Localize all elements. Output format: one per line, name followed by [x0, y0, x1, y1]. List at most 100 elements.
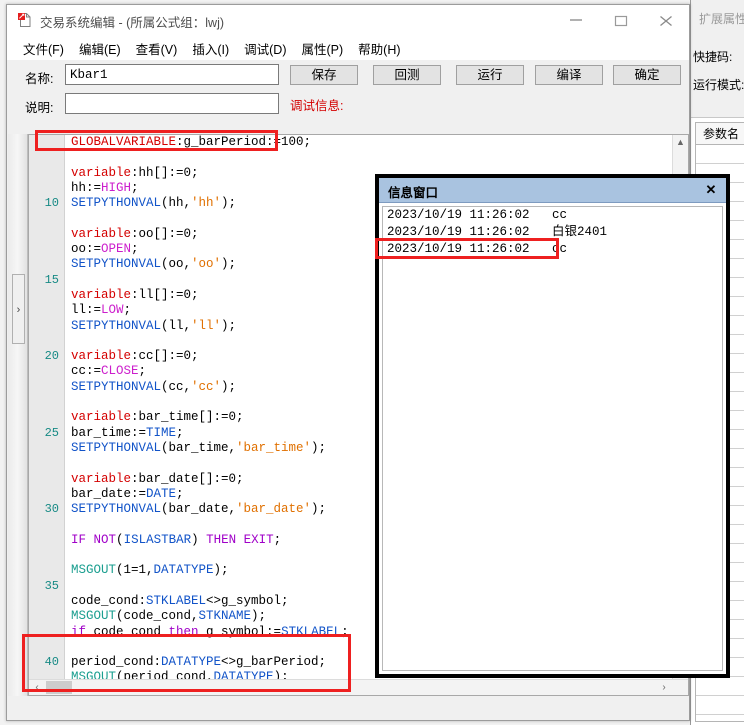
- code-token: variable: [71, 471, 132, 486]
- code-token: (oo,: [161, 257, 192, 272]
- screen-root: 扩展属性 快捷码: 运行模式: 参数名 交易系统编辑 - (所属公式组：lwj): [0, 0, 744, 725]
- code-token: :cc[]:=0;: [131, 349, 199, 364]
- name-input[interactable]: [65, 64, 279, 85]
- line-number: [29, 518, 59, 533]
- form-area: 名称: 说明: 保存 回测 运行 编译 确定 调试信息:: [7, 60, 689, 138]
- code-token: ): [191, 532, 207, 547]
- code-token: :ll[]:=0;: [131, 287, 199, 302]
- code-token: hh:=: [71, 180, 102, 195]
- code-token: );: [251, 609, 267, 624]
- menu-item-2[interactable]: 查看(V): [130, 35, 187, 62]
- line-number: [29, 365, 59, 380]
- code-token: 'hh': [191, 196, 222, 211]
- code-token: CLOSE: [101, 364, 139, 379]
- document-icon: [17, 12, 33, 28]
- compile-button[interactable]: 编译: [535, 65, 603, 85]
- code-token: LOW: [101, 303, 124, 318]
- line-number: [29, 257, 59, 272]
- code-token: STKLABEL: [146, 593, 207, 608]
- code-token: then: [168, 624, 199, 639]
- run-button[interactable]: 运行: [456, 65, 524, 85]
- code-token: (code_cond,: [116, 609, 199, 624]
- backtest-button[interactable]: 回测: [373, 65, 441, 85]
- code-token: 'll': [191, 318, 222, 333]
- minimize-button[interactable]: [554, 5, 599, 33]
- message-window-titlebar: 信息窗口 ✕: [379, 178, 726, 203]
- code-token: SETPYTHONVAL: [71, 502, 162, 517]
- menu-item-6[interactable]: 帮助(H): [352, 35, 409, 62]
- code-token: :bar_date[]:=0;: [131, 471, 244, 486]
- line-number: [29, 701, 59, 716]
- menu-item-0[interactable]: 文件(F): [17, 35, 73, 62]
- code-token: bar_time:=: [71, 425, 147, 440]
- code-token: );: [311, 502, 327, 517]
- line-number: 35: [44, 578, 59, 593]
- code-token: ;: [176, 486, 184, 501]
- message-row[interactable]: 2023/10/19 11:26:02 cc: [383, 207, 722, 224]
- code-token: bar_date:=: [71, 486, 147, 501]
- extended-properties-header: 扩展属性 快捷码: 运行模式:: [691, 0, 744, 118]
- parameters-table-row[interactable]: [696, 677, 744, 696]
- code-token: ll:=: [71, 303, 102, 318]
- scroll-left-button[interactable]: ‹: [29, 680, 45, 695]
- menu-item-4[interactable]: 调试(D): [238, 35, 295, 62]
- code-token: if: [71, 624, 87, 639]
- description-input[interactable]: [65, 93, 279, 114]
- horizontal-scrollbar[interactable]: ‹ ›: [29, 679, 688, 695]
- code-token: MSGOUT: [71, 563, 117, 578]
- code-token: SETPYTHONVAL: [71, 379, 162, 394]
- code-token: DATATYPE: [161, 655, 222, 670]
- code-token: );: [311, 440, 327, 455]
- maximize-button[interactable]: [599, 5, 644, 33]
- code-token: MSGOUT: [71, 670, 117, 679]
- save-button[interactable]: 保存: [290, 65, 358, 85]
- code-token: (hh,: [161, 196, 192, 211]
- message-row[interactable]: 2023/10/19 11:26:02 cc: [383, 241, 722, 258]
- code-token: (bar_date,: [161, 502, 237, 517]
- code-token: );: [221, 196, 237, 211]
- menu-item-3[interactable]: 插入(I): [186, 35, 238, 62]
- code-token: );: [221, 379, 237, 394]
- title-bar: 交易系统编辑 - (所属公式组：lwj): [7, 5, 689, 35]
- code-token: GLOBALVARIABLE: [71, 135, 177, 149]
- code-line: GLOBALVARIABLE:g_barPeriod:=100;: [66, 135, 672, 150]
- line-number: [29, 166, 59, 181]
- menu-bar: 文件(F) 编辑(E) 查看(V) 插入(I) 调试(D) 属性(P) 帮助(H): [7, 35, 689, 60]
- code-token: DATATYPE: [153, 563, 214, 578]
- code-token: (1=1,: [116, 563, 154, 578]
- scroll-up-button[interactable]: ▲: [673, 135, 688, 151]
- parameters-table-row[interactable]: [696, 145, 744, 164]
- line-number: 10: [44, 196, 59, 211]
- code-token: );: [221, 318, 237, 333]
- maximize-icon: [614, 15, 628, 27]
- parameters-table-row[interactable]: [696, 696, 744, 715]
- line-number: [29, 548, 59, 563]
- line-number: [29, 625, 59, 640]
- message-window-close-button[interactable]: ✕: [702, 181, 720, 199]
- code-token: variable: [71, 165, 132, 180]
- left-splitter: ›: [8, 134, 28, 696]
- line-number: [29, 334, 59, 349]
- scroll-right-button[interactable]: ›: [656, 680, 672, 695]
- line-number: 15: [44, 272, 59, 287]
- line-number: [29, 319, 59, 334]
- code-token: 'bar_date': [236, 502, 312, 517]
- horizontal-scroll-thumb[interactable]: [46, 681, 72, 694]
- code-token: DATE: [146, 486, 177, 501]
- line-number: [29, 395, 59, 410]
- shortcut-code-label: 快捷码:: [693, 50, 733, 64]
- code-token: ;: [131, 242, 139, 257]
- splitter-expand-handle[interactable]: ›: [12, 274, 25, 344]
- code-token: <>g_symbol;: [206, 593, 289, 608]
- menu-item-1[interactable]: 编辑(E): [73, 35, 130, 62]
- confirm-button[interactable]: 确定: [613, 65, 681, 85]
- code-token: 'cc': [191, 379, 222, 394]
- description-label: 说明:: [25, 101, 54, 115]
- close-button[interactable]: [644, 5, 689, 33]
- message-row[interactable]: 2023/10/19 11:26:02 白银2401: [383, 224, 722, 241]
- message-list: 2023/10/19 11:26:02 cc 2023/10/19 11:26:0…: [382, 206, 723, 671]
- line-number: [29, 288, 59, 303]
- code-token: STKNAME: [198, 609, 252, 624]
- code-token: OPEN: [101, 242, 132, 257]
- menu-item-5[interactable]: 属性(P): [295, 35, 352, 62]
